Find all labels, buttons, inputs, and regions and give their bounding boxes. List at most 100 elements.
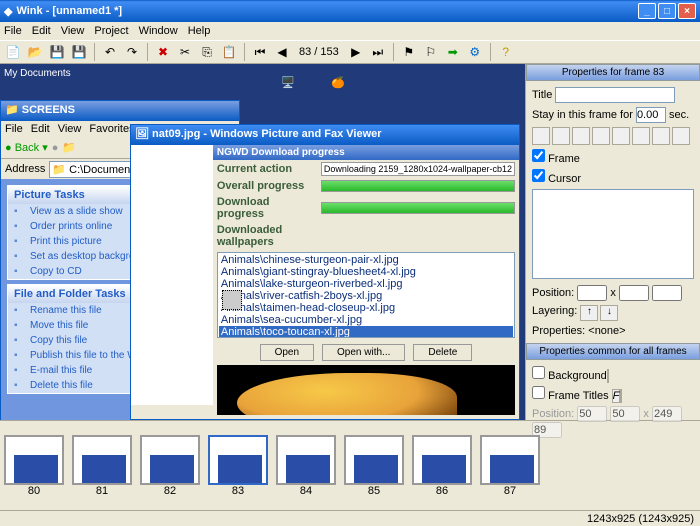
redo-icon[interactable]: ↷ [123, 43, 141, 61]
tool-icon[interactable] [552, 127, 570, 145]
stay-unit: sec. [669, 109, 689, 121]
canvas[interactable]: My Documents 🖥️ 🍊 📁 SCREENS File Edit Vi… [0, 64, 525, 420]
pos2-y[interactable] [610, 406, 640, 422]
thumb-selected: 83 [208, 435, 268, 497]
minimize-button[interactable]: _ [638, 3, 656, 19]
menu-view[interactable]: View [61, 25, 85, 37]
flag2-icon[interactable]: ⚐ [422, 43, 440, 61]
paste-icon[interactable]: 📋 [220, 43, 238, 61]
download-panel: NGWD Download progress Current actionDow… [213, 145, 519, 405]
first-icon[interactable]: ⏮ [251, 43, 269, 61]
frame-list-area[interactable] [532, 189, 694, 279]
background-label: Background [548, 370, 607, 382]
exp-menu-file[interactable]: File [5, 123, 23, 135]
fwd-button[interactable]: ● [52, 142, 59, 154]
frametitles-checkbox[interactable] [532, 386, 545, 399]
back-button[interactable]: ● Back ▾ [5, 141, 48, 154]
delete-icon[interactable]: ✖ [154, 43, 172, 61]
title-label: Title [532, 89, 552, 101]
cut-icon[interactable]: ✂ [176, 43, 194, 61]
thumb: 87 [480, 435, 540, 497]
up-button[interactable]: 📁 [62, 141, 76, 154]
title-input[interactable] [555, 87, 675, 103]
properties-value: <none> [588, 325, 625, 337]
menu-edit[interactable]: Edit [32, 25, 51, 37]
tool-icon[interactable] [632, 127, 650, 145]
render-icon[interactable]: ⚙ [466, 43, 484, 61]
desktop-icon-1: 🖥️ [270, 76, 306, 112]
menu-help[interactable]: Help [188, 25, 211, 37]
thumb: 86 [412, 435, 472, 497]
close-button[interactable]: × [678, 3, 696, 19]
menu-project[interactable]: Project [94, 25, 128, 37]
layer-down-button[interactable]: ↓ [600, 305, 618, 321]
dl-item-selected[interactable]: Animals\toco-toucan-xl.jpg [219, 326, 513, 338]
download-label: Download progress [217, 196, 317, 220]
posw-input[interactable] [652, 285, 682, 301]
pos2-w[interactable] [652, 406, 682, 422]
overall-label: Overall progress [217, 180, 317, 192]
dl-item[interactable]: Animals\giant-stingray-bluesheet4-xl.jpg [219, 266, 513, 278]
last-icon[interactable]: ⏭ [369, 43, 387, 61]
tool-icon[interactable] [532, 127, 550, 145]
list-label: Downloaded wallpapers [217, 224, 317, 248]
cursor-chk-label: Cursor [548, 173, 581, 185]
thumb: 82 [140, 435, 200, 497]
dl-item[interactable]: Animals\chinese-sturgeon-pair-xl.jpg [219, 254, 513, 266]
delete-button[interactable]: Delete [413, 344, 472, 361]
flag1-icon[interactable]: ⚑ [400, 43, 418, 61]
download-list[interactable]: Animals\chinese-sturgeon-pair-xl.jpg Ani… [217, 252, 515, 338]
main-area: My Documents 🖥️ 🍊 📁 SCREENS File Edit Vi… [0, 64, 700, 420]
stay-input[interactable] [636, 107, 666, 123]
layer-up-button[interactable]: ↑ [580, 305, 598, 321]
stay-label: Stay in this frame for [532, 109, 633, 121]
dl-item[interactable]: Animals\river-catfish-2boys-xl.jpg [219, 290, 513, 302]
openwith-button[interactable]: Open with... [322, 344, 405, 361]
toolbar: 📄 📂 💾 💾 ↶ ↷ ✖ ✂ ⎘ 📋 ⏮ ◀ 83 / 153 ▶ ⏭ ⚑ ⚐… [0, 40, 700, 64]
background-picker[interactable] [607, 369, 609, 383]
properties-sidebar: Properties for frame 83 Title Stay in th… [525, 64, 700, 420]
status-text: 1243x925 (1243x925) [587, 513, 694, 525]
open-icon[interactable]: 📂 [26, 43, 44, 61]
pos2-x[interactable] [577, 406, 607, 422]
cursor-checkbox[interactable] [532, 169, 545, 182]
thumb: 85 [344, 435, 404, 497]
exp-menu-view[interactable]: View [58, 123, 82, 135]
thumb: 84 [276, 435, 336, 497]
exp-menu-fav[interactable]: Favorites [89, 123, 134, 135]
menu-window[interactable]: Window [139, 25, 178, 37]
explorer-title: 📁 SCREENS [1, 101, 239, 121]
frame-checkbox[interactable] [532, 149, 545, 162]
tool-icon[interactable] [612, 127, 630, 145]
exp-menu-edit[interactable]: Edit [31, 123, 50, 135]
tool-icon[interactable] [572, 127, 590, 145]
open-button[interactable]: Open [260, 344, 314, 361]
app-title: Wink - [unnamed1 *] [16, 5, 122, 17]
frame-props-title: Properties for frame 83 [526, 64, 700, 81]
copy-icon[interactable]: ⎘ [198, 43, 216, 61]
color-button[interactable] [620, 389, 622, 403]
desktop-icon-2: 🍊 [320, 76, 356, 112]
saveall-icon[interactable]: 💾 [70, 43, 88, 61]
dl-item[interactable]: Animals\taimen-head-closeup-xl.jpg [219, 302, 513, 314]
menu-file[interactable]: File [4, 25, 22, 37]
prev-icon[interactable]: ◀ [273, 43, 291, 61]
next-icon[interactable]: ▶ [347, 43, 365, 61]
maximize-button[interactable]: □ [658, 3, 676, 19]
save-icon[interactable]: 💾 [48, 43, 66, 61]
new-icon[interactable]: 📄 [4, 43, 22, 61]
dl-item[interactable]: Animals\lake-sturgeon-riverbed-xl.jpg [219, 278, 513, 290]
help-icon[interactable]: ? [497, 43, 515, 61]
undo-icon[interactable]: ↶ [101, 43, 119, 61]
posx-input[interactable] [577, 285, 607, 301]
cursor-marker[interactable] [222, 290, 242, 310]
background-checkbox[interactable] [532, 366, 545, 379]
posy-input[interactable] [619, 285, 649, 301]
tool-icon[interactable] [672, 127, 690, 145]
dl-item[interactable]: Animals\sea-cucumber-xl.jpg [219, 314, 513, 326]
export-icon[interactable]: ➡ [444, 43, 462, 61]
menubar: File Edit View Project Window Help [0, 22, 700, 40]
tool-icon[interactable] [652, 127, 670, 145]
tool-icon[interactable] [592, 127, 610, 145]
current-action: Downloading 2159_1280x1024-wallpaper-cb1… [321, 162, 515, 176]
